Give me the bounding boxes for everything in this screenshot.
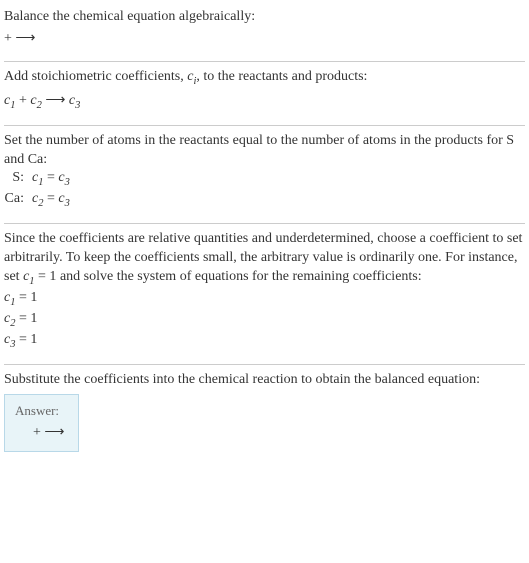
result-row: c3 = 1 <box>4 331 525 352</box>
res-val: = 1 <box>15 290 37 305</box>
arrow-icon: ⟶ <box>15 29 35 45</box>
c3-sub: 3 <box>75 100 80 111</box>
divider <box>4 223 525 224</box>
atoms-row-eq: c2 = c3 <box>32 190 70 211</box>
header-reaction-text: + <box>4 31 15 46</box>
atoms-row-label: Ca: <box>4 190 32 211</box>
res-val: = 1 <box>15 311 37 326</box>
atoms-intro: Set the number of atoms in the reactants… <box>4 132 525 170</box>
divider <box>4 125 525 126</box>
stoich-reaction: c1 + c2 ⟶ c3 <box>4 89 525 113</box>
result-row: c1 = 1 <box>4 289 525 310</box>
divider <box>4 61 525 62</box>
atoms-row-label: S: <box>4 169 32 190</box>
stoich-intro: Add stoichiometric coefficients, ci, to … <box>4 68 525 89</box>
solve-section: Since the coefficients are relative quan… <box>4 226 525 362</box>
plus: + <box>15 93 30 108</box>
header-title: Balance the chemical equation algebraica… <box>4 8 525 27</box>
answer-label: Answer: <box>15 403 64 419</box>
divider <box>4 364 525 365</box>
rhs-sub: 3 <box>65 177 70 188</box>
answer-reaction: + ⟶ <box>15 423 64 441</box>
stoich-intro-a: Add stoichiometric coefficients, <box>4 69 187 84</box>
atoms-section: Set the number of atoms in the reactants… <box>4 128 525 222</box>
final-intro: Substitute the coefficients into the che… <box>4 371 525 390</box>
arrow-icon: ⟶ <box>45 91 65 107</box>
header-reaction: + ⟶ <box>4 27 525 49</box>
solve-results: c1 = 1 c2 = 1 c3 = 1 <box>4 289 525 352</box>
res-val: = 1 <box>15 332 37 347</box>
eq: = <box>43 170 58 185</box>
atoms-row: S: c1 = c3 <box>4 169 525 190</box>
solve-intro: Since the coefficients are relative quan… <box>4 230 525 289</box>
stoich-intro-b: , to the reactants and products: <box>196 69 367 84</box>
arrow-icon: ⟶ <box>44 423 64 439</box>
answer-reaction-text: + <box>33 425 44 440</box>
header-section: Balance the chemical equation algebraica… <box>4 4 525 59</box>
solve-intro-b: and solve the system of equations for th… <box>56 269 421 284</box>
eq: = <box>43 191 58 206</box>
atoms-table: S: c1 = c3 Ca: c2 = c3 <box>4 169 525 211</box>
final-section: Substitute the coefficients into the che… <box>4 367 525 462</box>
stoich-section: Add stoichiometric coefficients, ci, to … <box>4 64 525 123</box>
atoms-row-eq: c1 = c3 <box>32 169 70 190</box>
answer-box: Answer: + ⟶ <box>4 394 79 452</box>
rhs-sub: 3 <box>65 198 70 209</box>
result-row: c2 = 1 <box>4 310 525 331</box>
set-eq: = 1 <box>35 269 57 284</box>
atoms-row: Ca: c2 = c3 <box>4 190 525 211</box>
